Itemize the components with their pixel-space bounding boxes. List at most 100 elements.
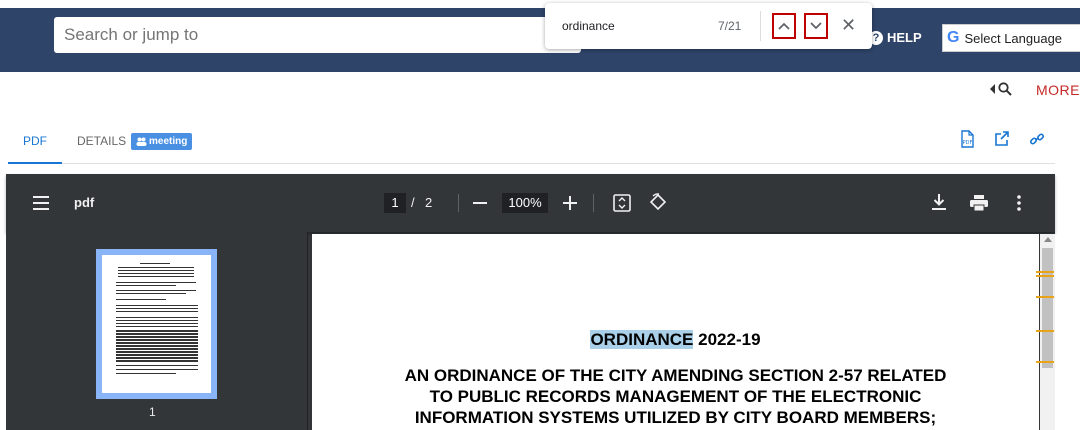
- find-previous-button[interactable]: [772, 13, 796, 39]
- search-match-marker: [1036, 330, 1054, 332]
- thumbnail-text-line: [116, 299, 166, 301]
- language-select[interactable]: G Select Language: [942, 24, 1080, 52]
- thumbnail-sidebar: 1: [6, 232, 308, 430]
- thumbnail-text-line: [116, 339, 198, 342]
- print-icon[interactable]: [970, 195, 988, 211]
- find-next-button[interactable]: [804, 13, 828, 39]
- thumbnail-text-line: [116, 285, 176, 287]
- document-number: 2022-19: [693, 330, 761, 349]
- scroll-up-arrow-icon[interactable]: [1044, 237, 1052, 242]
- find-divider: [760, 11, 761, 41]
- thumbnail-text-line: [116, 323, 198, 325]
- thumbnail-text-line: [116, 354, 198, 357]
- language-label: Select Language: [964, 30, 1063, 46]
- search-placeholder: Search or jump to: [64, 25, 199, 44]
- document-tabs: PDF DETAILS meeting PDF: [8, 124, 1055, 164]
- search-icon: [998, 82, 1012, 96]
- total-pages: 2: [425, 195, 433, 210]
- thumbnail-text-line: [116, 342, 198, 345]
- pdf-title: pdf: [74, 195, 95, 210]
- menu-icon[interactable]: [33, 196, 49, 210]
- search-highlight: ORDINANCE: [590, 330, 694, 349]
- google-logo-icon: G: [947, 29, 960, 46]
- thumbnail-preview: [102, 255, 211, 393]
- caret-left-icon: [990, 84, 995, 94]
- thumbnail-text-line: [116, 357, 198, 360]
- document-line: TO PUBLIC RECORDS MANAGEMENT OF THE ELEC…: [429, 387, 922, 406]
- pdf-scrollbar[interactable]: [1040, 234, 1055, 430]
- thumbnail-text-line: [116, 348, 198, 351]
- link-icon[interactable]: [1029, 130, 1045, 148]
- pdf-viewer: pdf 1 / 2 100% 1 ORDINANCE 2022-19 AN OR…: [6, 174, 1055, 430]
- tab-pdf[interactable]: PDF: [8, 124, 62, 164]
- pdf-file-icon[interactable]: PDF: [959, 130, 975, 148]
- thumbnail-text-line: [116, 308, 198, 310]
- thumbnail-text-line: [116, 336, 198, 339]
- zoom-in-icon[interactable]: [563, 196, 577, 210]
- thumbnail-text-line: [116, 333, 198, 336]
- thumbnail-text-line: [116, 365, 198, 367]
- badge-label: meeting: [149, 136, 188, 147]
- document-title: ORDINANCE 2022-19: [312, 330, 1039, 350]
- chevron-down-icon: [810, 22, 822, 30]
- scrollbar-thumb[interactable]: [1042, 248, 1053, 368]
- external-link-icon[interactable]: [994, 130, 1010, 148]
- zoom-level-input[interactable]: 100%: [502, 193, 548, 213]
- search-match-marker: [1036, 271, 1054, 273]
- thumbnail-text-line: [116, 290, 196, 292]
- find-in-page-bar: ordinance 7/21 ✕: [545, 3, 872, 49]
- more-options-icon[interactable]: [1017, 195, 1021, 211]
- document-line: AN ORDINANCE OF THE CITY AMENDING SECTIO…: [404, 366, 947, 385]
- search-match-marker: [1036, 275, 1054, 277]
- search-match-marker: [1036, 361, 1054, 363]
- thumbnail-text-line: [116, 311, 198, 313]
- toolbar-divider: [458, 194, 459, 212]
- fit-page-icon[interactable]: [613, 194, 631, 212]
- search-toggle-button[interactable]: [990, 82, 1012, 96]
- thumbnail-text-line: [116, 326, 198, 328]
- thumbnail-text-line: [118, 276, 194, 278]
- top-strip: [0, 0, 1080, 8]
- document-body: AN ORDINANCE OF THE CITY AMENDING SECTIO…: [312, 365, 1039, 428]
- zoom-out-icon[interactable]: [473, 202, 487, 204]
- page-number-input[interactable]: 1: [384, 193, 406, 213]
- thumbnail-text-line: [118, 267, 194, 269]
- thumbnail-text-line: [116, 360, 198, 363]
- thumbnail-text-line: [140, 263, 170, 265]
- tab-pdf-label: PDF: [23, 134, 47, 148]
- rotate-icon[interactable]: [649, 193, 668, 212]
- chevron-up-icon: [778, 22, 790, 30]
- users-icon: [136, 137, 147, 146]
- download-icon[interactable]: [932, 194, 946, 211]
- page-thumbnail[interactable]: [96, 249, 217, 399]
- help-label: HELP: [887, 30, 922, 45]
- top-navigation-bar: Search or jump to ? HELP G Select Langua…: [0, 0, 1080, 72]
- thumbnail-text-line: [116, 282, 196, 284]
- thumbnail-text-line: [118, 270, 194, 272]
- find-query[interactable]: ordinance: [562, 19, 615, 33]
- toolbar-divider: [593, 194, 594, 212]
- thumbnail-page-number: 1: [149, 405, 156, 419]
- thumbnail-text-line: [118, 273, 194, 275]
- thumbnail-text-line: [116, 320, 198, 322]
- tab-details[interactable]: DETAILS: [77, 134, 126, 148]
- thumbnail-text-line: [116, 351, 198, 354]
- search-match-marker: [1036, 296, 1054, 298]
- find-close-button[interactable]: ✕: [841, 15, 856, 36]
- meeting-badge: meeting: [131, 133, 193, 150]
- more-menu-button[interactable]: MORE: [1036, 82, 1080, 98]
- thumbnail-text-line: [116, 369, 198, 371]
- document-line: INFORMATION SYSTEMS UTILIZED BY CITY BOA…: [414, 408, 937, 427]
- thumbnail-text-line: [116, 317, 198, 319]
- thumbnail-text-line: [116, 305, 198, 307]
- pdf-page: ORDINANCE 2022-19 AN ORDINANCE OF THE CI…: [312, 234, 1039, 430]
- search-input[interactable]: Search or jump to: [54, 17, 581, 53]
- thumbnail-text-line: [116, 330, 198, 333]
- find-match-count: 7/21: [718, 19, 742, 33]
- thumbnail-text-line: [116, 345, 198, 348]
- help-link[interactable]: ? HELP: [869, 30, 922, 45]
- pdf-toolbar: pdf 1 / 2 100%: [6, 174, 1055, 232]
- thumbnail-text-line: [116, 373, 176, 375]
- page-slash: /: [411, 195, 415, 210]
- svg-text:PDF: PDF: [963, 140, 973, 146]
